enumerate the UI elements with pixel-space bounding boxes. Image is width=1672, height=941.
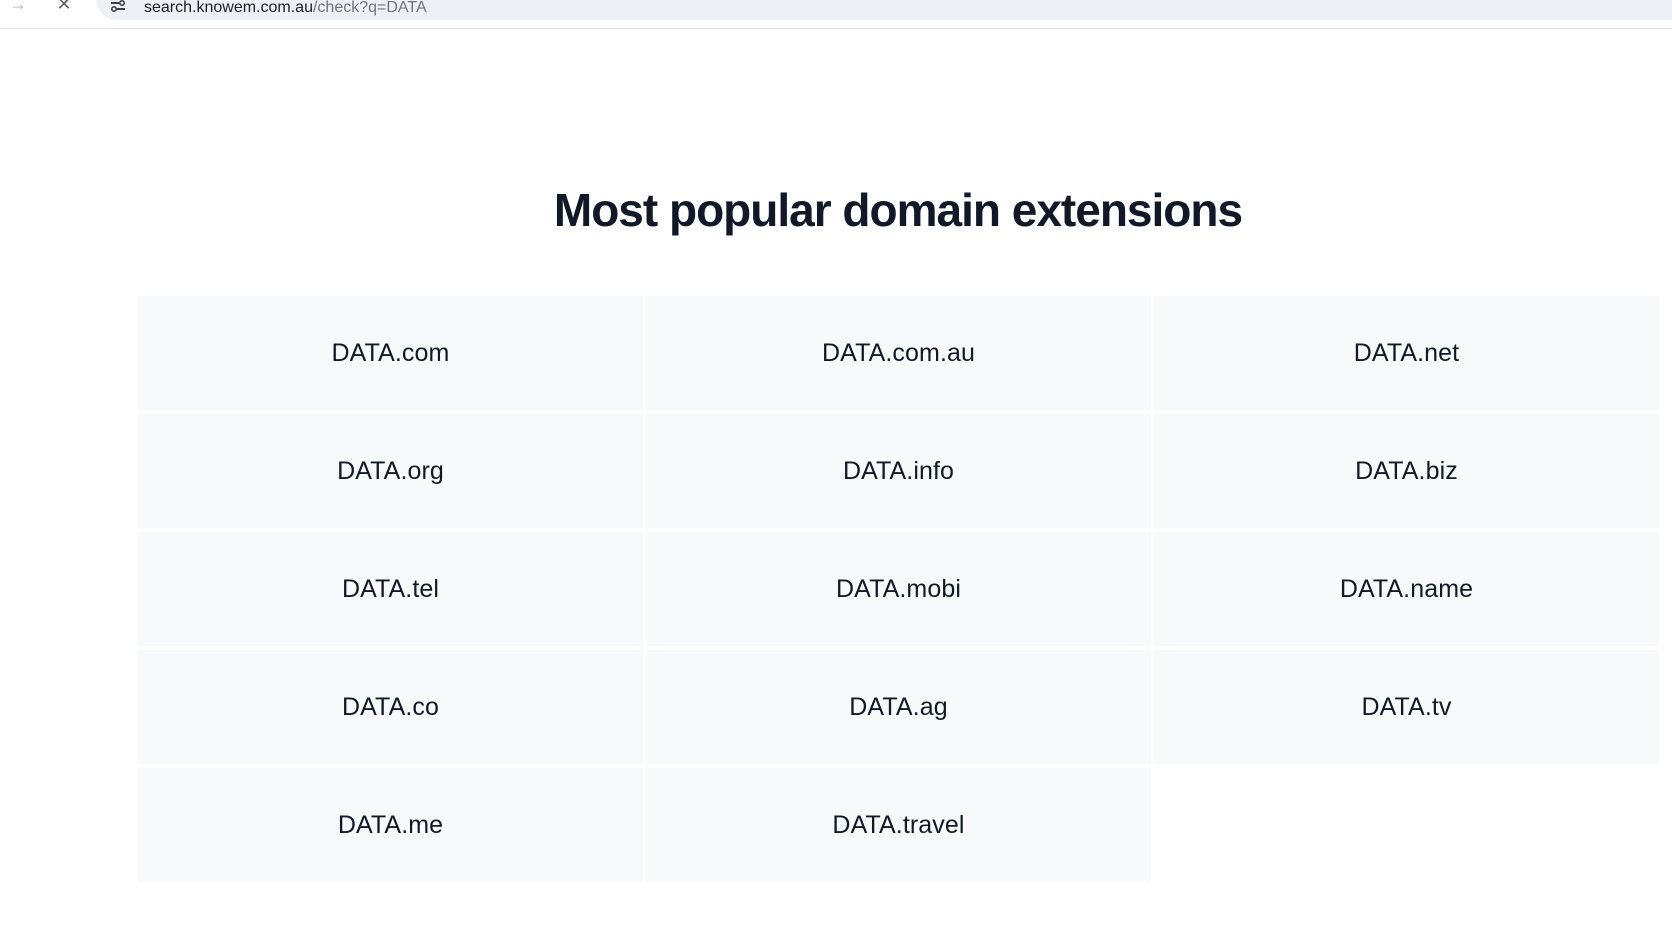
domain-extension-item[interactable]: DATA.org [138,414,643,528]
domain-extensions-grid: DATA.com DATA.com.au DATA.net DATA.org D… [138,296,1659,882]
domain-extension-label: DATA.name [1339,574,1474,603]
url-path: /check?q=DATA [312,0,427,16]
stop-loading-icon[interactable]: ✕ [52,0,76,16]
url-text[interactable]: search.knowem.com.au/check?q=DATA [144,0,427,18]
domain-extension-item[interactable]: DATA.ag [646,650,1151,764]
domain-extension-label: DATA.travel [832,810,965,839]
domain-extension-label: DATA.tel [341,574,440,603]
domain-extension-item[interactable]: DATA.mobi [646,532,1151,646]
domain-extension-label: DATA.mobi [836,574,961,603]
domain-extension-label: DATA.org [337,456,444,485]
domain-extension-item[interactable]: DATA.travel [646,768,1151,882]
address-bar[interactable]: search.knowem.com.au/check?q=DATA [96,0,1672,20]
domain-extension-label: DATA.info [842,456,955,485]
browser-toolbar: → ✕ search.knowem.com.au/check?q=DATA [0,0,1672,29]
url-host: search.knowem.com.au [144,0,313,16]
domain-extension-item[interactable]: DATA.co [138,650,643,764]
domain-extension-item[interactable]: DATA.me [138,768,643,882]
forward-arrow-icon[interactable]: → [6,0,30,16]
domain-extension-item[interactable]: DATA.com.au [646,296,1151,410]
domain-extension-label: DATA.biz [1355,456,1458,485]
domain-extension-item[interactable]: DATA.tv [1154,650,1659,764]
domain-extension-label: DATA.co [341,692,439,721]
site-info-icon[interactable] [110,0,126,13]
domain-extension-label: DATA.com.au [822,338,975,367]
domain-extension-item[interactable]: DATA.name [1154,532,1659,646]
domain-extension-label: DATA.ag [849,692,948,721]
domain-extension-item[interactable]: DATA.com [138,296,643,410]
domain-extension-item[interactable]: DATA.net [1154,296,1659,410]
domain-extension-label: DATA.net [1353,338,1460,367]
domain-extension-item[interactable]: DATA.info [646,414,1151,528]
domain-extension-item[interactable]: DATA.tel [138,532,643,646]
domain-extension-label: DATA.com [331,338,450,367]
domain-extension-label: DATA.tv [1361,692,1452,721]
domain-extension-label: DATA.me [337,810,444,839]
domain-extension-item[interactable]: DATA.biz [1154,414,1659,528]
page-title: Most popular domain extensions [553,184,1243,236]
